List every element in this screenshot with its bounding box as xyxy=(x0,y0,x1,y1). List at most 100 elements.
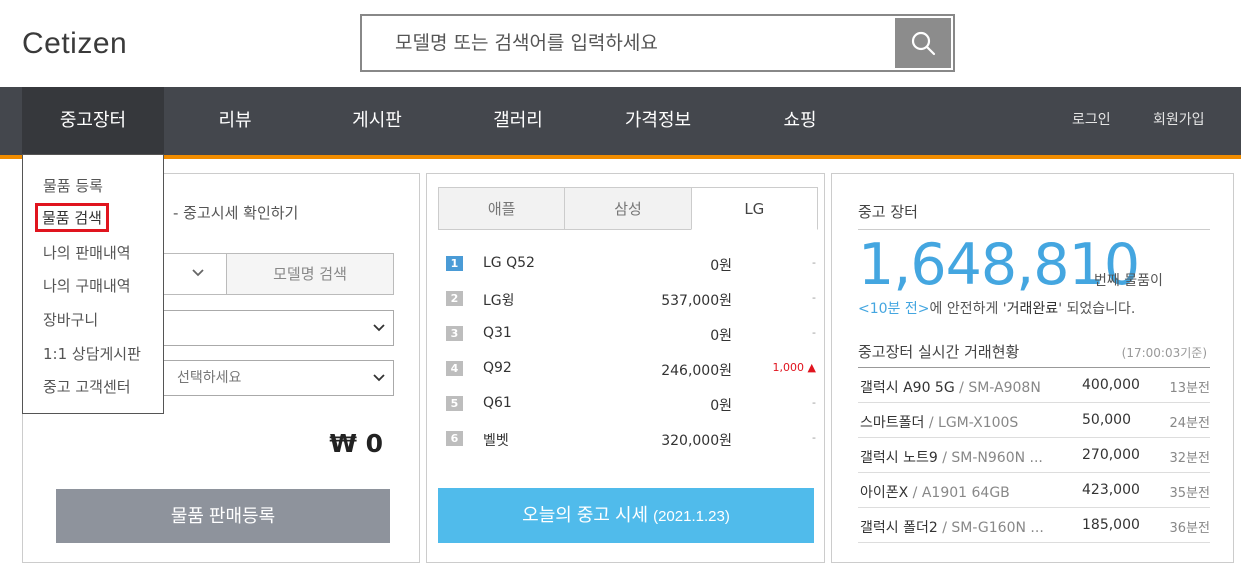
rank-badge: 5 xyxy=(446,396,463,411)
menu-item-search[interactable]: 물품 검색 xyxy=(35,203,109,232)
chevron-down-icon xyxy=(373,324,385,332)
rank-badge: 4 xyxy=(446,361,463,376)
deal-time: 24분전 xyxy=(1169,416,1210,431)
deal-row[interactable]: 스마트폴더 / LGM-X100S 50,000 24분전 xyxy=(858,403,1210,438)
nav-accent-bar xyxy=(0,155,1241,159)
ranking-row[interactable]: 4 Q92 246,000원 1,000 ▲ xyxy=(446,360,816,396)
deal-item: 스마트폴더 / LGM-X100S xyxy=(860,415,1019,431)
tab-apple[interactable]: 애플 xyxy=(438,187,565,230)
today-price-label: 오늘의 중고 시세 xyxy=(522,505,649,525)
deal-row[interactable]: 아이폰X / A1901 64GB 423,000 35분전 xyxy=(858,473,1210,508)
rank-price: 246,000원 xyxy=(661,363,732,379)
rank-model-name: LG윙 xyxy=(483,293,515,309)
notice-end: ' 되었습니다. xyxy=(1058,301,1136,317)
deal-price: 423,000 xyxy=(1082,482,1140,498)
site-logo[interactable]: Cetizen xyxy=(22,27,127,61)
header: Cetizen xyxy=(0,0,1241,87)
item-count-suffix: 번째 물품이 xyxy=(1094,273,1163,289)
nav-item-board[interactable]: 게시판 xyxy=(327,87,427,154)
menu-item-cart[interactable]: 장바구니 xyxy=(43,309,98,330)
deal-item-model: A1901 64GB xyxy=(921,485,1010,501)
deal-row[interactable]: 갤럭시 폴더2 / SM-G160N ... 185,000 36분전 xyxy=(858,508,1210,543)
search-button[interactable] xyxy=(895,18,951,68)
deal-item-name: 갤럭시 폴더2 xyxy=(860,520,938,536)
deal-item: 아이폰X / A1901 64GB xyxy=(860,485,1010,501)
rank-change-up: 1,000 ▲ xyxy=(772,361,816,374)
rank-price: 0원 xyxy=(710,328,732,344)
search-box xyxy=(360,14,955,72)
deal-item-model: SM-G160N ... xyxy=(951,520,1044,536)
menu-item-my-purchases[interactable]: 나의 구매내역 xyxy=(43,275,131,296)
deal-time: 32분전 xyxy=(1169,451,1210,466)
chevron-down-icon xyxy=(192,269,204,277)
deal-price: 270,000 xyxy=(1082,447,1140,463)
today-price-button[interactable]: 오늘의 중고 시세 (2021.1.23) xyxy=(438,488,814,543)
rank-price: 0원 xyxy=(710,398,732,414)
tab-lg[interactable]: LG xyxy=(690,187,818,230)
deal-row[interactable]: 갤럭시 노트9 / SM-N960N ... 270,000 32분전 xyxy=(858,438,1210,473)
used-market-status-panel: 중고 장터 1,648,810 번째 물품이 <10분 전>에 안전하게 '거래… xyxy=(831,173,1234,563)
signup-link[interactable]: 회원가입 xyxy=(1153,87,1205,154)
deal-price: 400,000 xyxy=(1082,377,1140,393)
notice-time: <10분 전> xyxy=(858,301,930,317)
notice-bold: 거래완료 xyxy=(1006,301,1059,317)
nav-item-gallery[interactable]: 갤러리 xyxy=(468,87,568,154)
rank-model-name: Q92 xyxy=(483,360,512,376)
estimated-price: ₩ 0 xyxy=(329,429,383,458)
rank-model-name: 벨벳 xyxy=(483,433,509,449)
rank-model-name: LG Q52 xyxy=(483,255,535,271)
menu-item-consult-board[interactable]: 1:1 상담게시판 xyxy=(43,343,141,364)
deal-row[interactable]: 갤럭시 A90 5G / SM-A908N 400,000 13분전 xyxy=(858,368,1210,403)
deal-time: 13분전 xyxy=(1169,381,1210,396)
menu-item-register[interactable]: 물품 등록 xyxy=(43,175,103,196)
main-nav: 중고장터 리뷰 게시판 갤러리 가격정보 쇼핑 로그인 회원가입 xyxy=(0,87,1241,157)
rank-badge: 2 xyxy=(446,291,463,306)
deal-item-name: 갤럭시 노트9 xyxy=(860,450,938,466)
search-input[interactable] xyxy=(362,16,895,70)
notice-mid: 에 안전하게 ' xyxy=(929,301,1007,317)
rank-model-name: Q31 xyxy=(483,325,512,341)
rank-price: 0원 xyxy=(710,258,732,274)
rank-change: - xyxy=(812,291,816,304)
price-check-title: - 중고시세 확인하기 xyxy=(173,204,299,222)
deal-item-name: 갤럭시 A90 5G xyxy=(860,380,955,396)
ranking-row[interactable]: 5 Q61 0원 - xyxy=(446,395,816,431)
capacity-select-label: 선택하세요 xyxy=(177,370,242,386)
rank-model-name: Q61 xyxy=(483,395,512,411)
rank-badge: 6 xyxy=(446,431,463,446)
sell-register-button[interactable]: 물품 판매등록 xyxy=(56,489,390,543)
deal-price: 50,000 xyxy=(1082,412,1131,428)
search-icon xyxy=(911,31,936,56)
deal-item: 갤럭시 A90 5G / SM-A908N xyxy=(860,380,1041,396)
deal-time: 35분전 xyxy=(1169,486,1210,501)
divider xyxy=(858,229,1210,230)
rank-change: - xyxy=(812,256,816,269)
menu-item-customer-center[interactable]: 중고 고객센터 xyxy=(43,376,131,397)
rank-change: - xyxy=(812,431,816,444)
deal-time: 36분전 xyxy=(1169,521,1210,536)
deal-item-model: LGM-X100S xyxy=(938,415,1019,431)
login-link[interactable]: 로그인 xyxy=(1072,87,1111,154)
ranking-row[interactable]: 2 LG윙 537,000원 - xyxy=(446,291,816,326)
tab-samsung[interactable]: 삼성 xyxy=(564,187,691,230)
nav-item-shopping[interactable]: 쇼핑 xyxy=(755,87,845,154)
ranking-row[interactable]: 1 LG Q52 0원 - xyxy=(446,255,816,291)
ranking-row[interactable]: 3 Q31 0원 - xyxy=(446,325,816,361)
rank-change: - xyxy=(812,326,816,339)
trade-notice: <10분 전>에 안전하게 '거래완료' 되었습니다. xyxy=(858,298,1135,318)
brand-tabs: 애플 삼성 LG xyxy=(438,187,818,230)
rank-price: 537,000원 xyxy=(661,293,732,309)
nav-item-used-market[interactable]: 중고장터 xyxy=(22,87,164,154)
nav-item-review[interactable]: 리뷰 xyxy=(190,87,280,154)
tab-model-search[interactable]: 모델명 검색 xyxy=(226,253,394,295)
deal-item: 갤럭시 노트9 / SM-N960N ... xyxy=(860,450,1043,466)
nav-item-price-info[interactable]: 가격정보 xyxy=(608,87,708,154)
deal-item-name: 아이폰X xyxy=(860,485,909,501)
deal-price: 185,000 xyxy=(1082,517,1140,533)
deal-item-model: SM-N960N ... xyxy=(951,450,1043,466)
chevron-down-icon xyxy=(373,374,385,382)
deal-item-name: 스마트폴더 xyxy=(860,415,925,431)
used-market-dropdown: 물품 등록 물품 검색 나의 판매내역 나의 구매내역 장바구니 1:1 상담게… xyxy=(22,154,164,414)
ranking-row[interactable]: 6 벨벳 320,000원 - xyxy=(446,431,816,466)
menu-item-my-sales[interactable]: 나의 판매내역 xyxy=(43,242,131,263)
